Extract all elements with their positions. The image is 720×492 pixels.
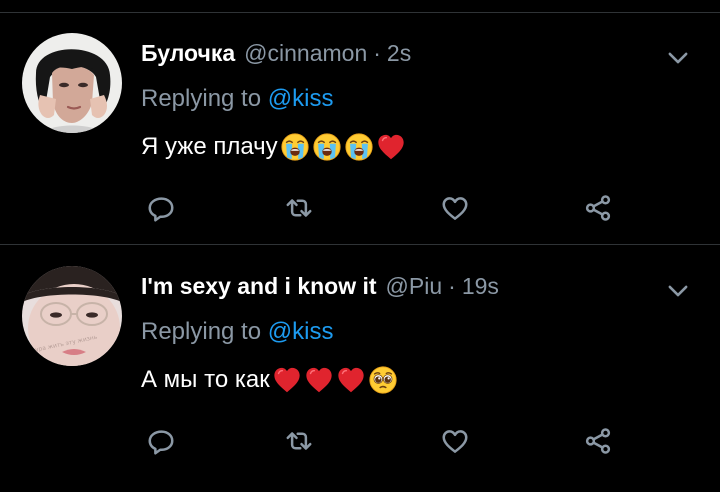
tweet-text-content: А мы то как <box>141 366 270 393</box>
share-button[interactable] <box>578 423 618 463</box>
red-heart-icon <box>304 365 334 395</box>
share-button[interactable] <box>578 190 618 230</box>
retweet-icon <box>284 426 314 461</box>
red-heart-icon <box>376 132 406 162</box>
replying-to-label: Replying to <box>141 85 262 112</box>
like-button[interactable] <box>435 190 475 230</box>
avatar[interactable] <box>22 33 122 133</box>
timestamp[interactable]: 19s <box>462 269 499 303</box>
mention-link[interactable]: @kiss <box>268 85 334 112</box>
red-heart-icon <box>272 365 302 395</box>
mention-link[interactable]: @kiss <box>268 318 334 345</box>
retweet-button[interactable] <box>279 190 319 230</box>
loudly-crying-face-icon <box>280 132 310 162</box>
chevron-down-icon[interactable] <box>662 275 694 307</box>
reply-button[interactable] <box>141 190 181 230</box>
tweet-text: А мы то как <box>141 363 398 397</box>
replying-to: Replying to @kiss <box>141 316 333 348</box>
reply-button[interactable] <box>141 423 181 463</box>
separator-dot: · <box>448 273 456 299</box>
user-handle[interactable]: @Piu <box>386 269 443 303</box>
replying-to: Replying to @kiss <box>141 83 333 115</box>
tweet-text: Я уже плачу <box>141 130 406 164</box>
reply-icon <box>146 193 176 228</box>
tweet-card[interactable]: ура жить эту жизнь I'm sexy and i know i… <box>0 245 720 475</box>
like-icon <box>440 193 470 228</box>
display-name[interactable]: Булочка <box>141 36 235 70</box>
like-button[interactable] <box>435 423 475 463</box>
user-handle[interactable]: @cinnamon <box>244 36 367 70</box>
timestamp[interactable]: 2s <box>387 36 411 70</box>
tweet-feed: Булочка @cinnamon · 2s Replying to @kiss… <box>0 0 720 492</box>
loudly-crying-face-icon <box>344 132 374 162</box>
replying-to-label: Replying to <box>141 318 262 345</box>
separator-dot: · <box>373 40 381 66</box>
share-icon <box>583 426 613 461</box>
red-heart-icon <box>336 365 366 395</box>
share-icon <box>583 193 613 228</box>
retweet-icon <box>284 193 314 228</box>
reply-icon <box>146 426 176 461</box>
like-icon <box>440 426 470 461</box>
tweet-text-content: Я уже плачу <box>141 133 278 160</box>
pleading-face-icon <box>368 365 398 395</box>
avatar[interactable]: ура жить эту жизнь <box>22 266 122 366</box>
tweet-card[interactable]: Булочка @cinnamon · 2s Replying to @kiss… <box>0 12 720 242</box>
tweet-header: Булочка @cinnamon · 2s <box>141 36 411 70</box>
loudly-crying-face-icon <box>312 132 342 162</box>
chevron-down-icon[interactable] <box>662 42 694 74</box>
retweet-button[interactable] <box>279 423 319 463</box>
tweet-header: I'm sexy and i know it @Piu · 19s <box>141 269 499 303</box>
display-name[interactable]: I'm sexy and i know it <box>141 269 377 303</box>
